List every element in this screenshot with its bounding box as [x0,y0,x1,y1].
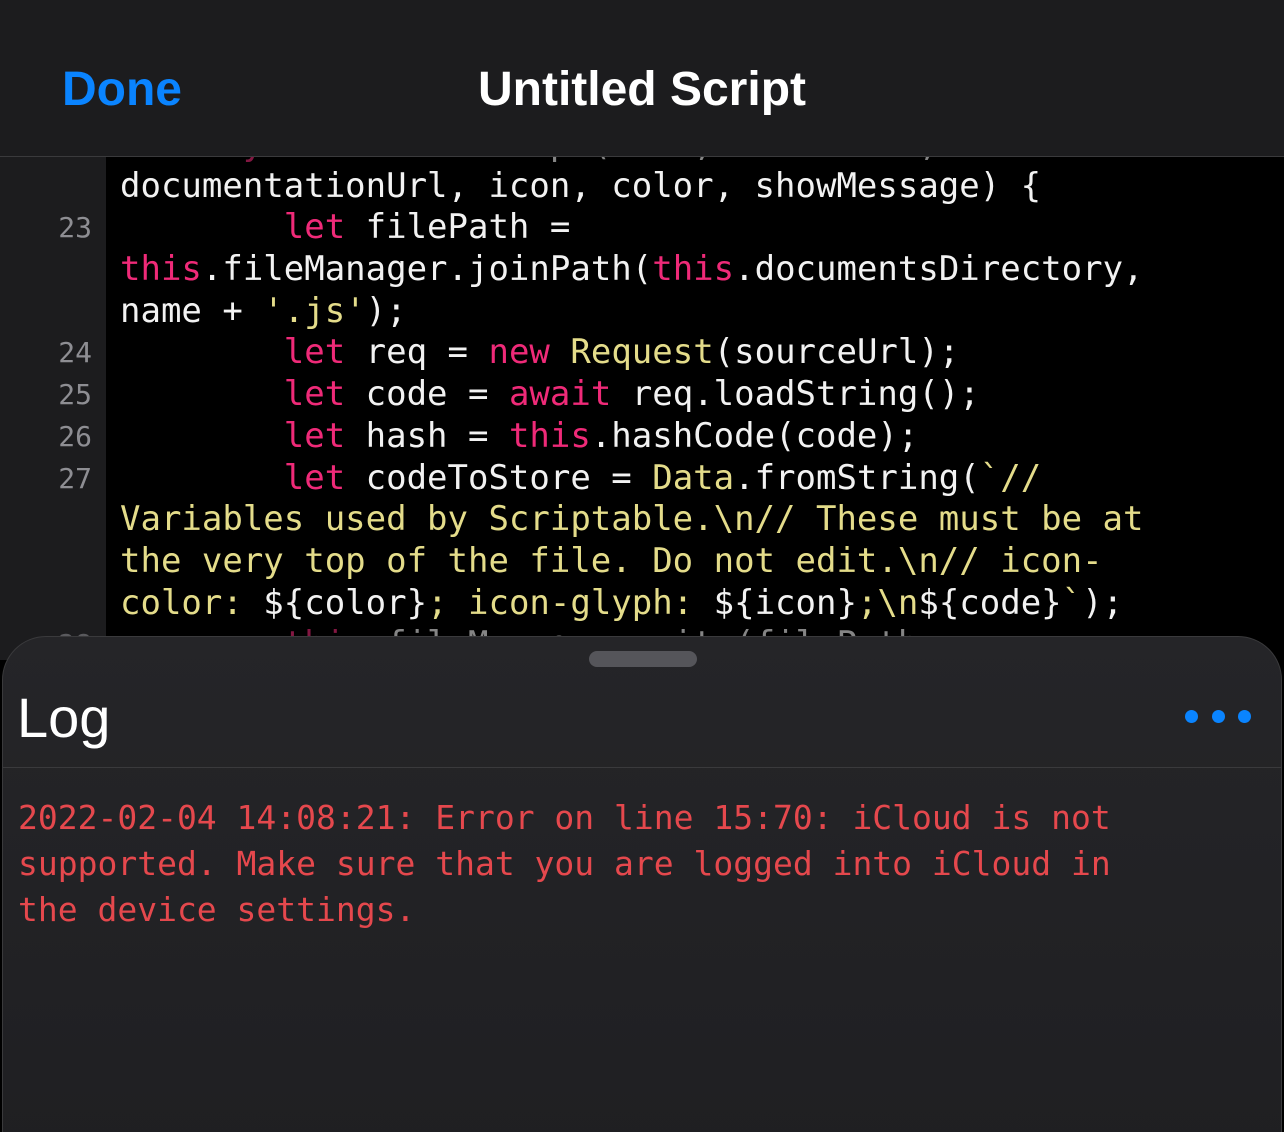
code-token: ; icon-glyph: [427,582,714,623]
code-token: ${icon} [713,582,857,623]
code-line[interactable]: 25 let code = await req.loadString(); [0,374,1284,416]
code-token: let [120,415,346,456]
code-token: .fromString( [734,457,980,498]
code-token: let [120,332,346,373]
code-line[interactable]: Variables used by Scriptable.\n// These … [0,499,1284,541]
log-error-message: 2022-02-04 14:08:21: Error on line 15:70… [18,798,1111,929]
code-token: the very top of the file. Do not edit.\n… [120,540,1103,581]
code-token: ); [1082,582,1124,623]
code-text[interactable]: the very top of the file. Do not edit.\n… [120,541,1103,583]
code-line[interactable]: 27 let codeToStore = Data.fromString(`// [0,458,1284,500]
code-text[interactable]: let filePath = [120,207,571,249]
code-token: (sourceUrl); [713,332,960,373]
code-token: Variables used by Scriptable.\n// These … [120,499,1144,540]
code-line[interactable]: 26 let hash = this.hashCode(code); [0,416,1284,458]
code-text[interactable]: name + '.js'); [120,291,407,333]
code-token: this [120,249,202,290]
code-token: color: [120,582,264,623]
code-text[interactable]: this.fileManager.joinPath(this.documents… [120,249,1144,291]
log-title: Log [17,686,111,749]
code-token: ${color} [263,582,428,623]
code-token: .hashCode(code); [590,415,919,456]
code-token: ); [365,290,407,331]
line-number: 23 [58,211,92,245]
code-token: this [508,415,591,456]
code-line[interactable]: documentationUrl, icon, color, showMessa… [0,166,1284,208]
code-token: name + [120,290,264,331]
code-token: `// [979,457,1042,498]
line-number: 27 [58,461,92,495]
code-token: Data [652,457,735,498]
code-text[interactable]: let codeToStore = Data.fromString(`// [120,458,1041,500]
more-options-icon[interactable] [1185,707,1251,725]
code-token: req = [345,332,489,373]
code-line[interactable]: the very top of the file. Do not edit.\n… [0,541,1284,583]
code-lines[interactable]: async installScript(name, sourceUrl,docu… [0,124,1284,660]
code-token: .fileManager.joinPath( [201,249,653,290]
code-line[interactable]: 24 let req = new Request(sourceUrl); [0,332,1284,374]
code-text[interactable]: let req = new Request(sourceUrl); [120,332,960,374]
log-panel: Log 2022-02-04 14:08:21: Error on line 1… [2,636,1282,1132]
code-token: req.loadString(); [611,374,980,415]
code-line[interactable]: 23 let filePath = [0,207,1284,249]
code-token: codeToStore = [345,457,653,498]
code-token: hash = [345,415,509,456]
navigation-bar: Done Untitled Script [0,0,1284,157]
code-token: filePath = [345,207,571,248]
code-token: '.js' [263,290,366,331]
sheet-grabber-handle[interactable] [589,651,697,667]
code-text[interactable]: Variables used by Scriptable.\n// These … [120,499,1144,541]
code-token: this [652,249,735,290]
line-number: 25 [58,378,92,412]
code-token: documentationUrl, icon, color, showMessa… [120,165,1042,206]
code-token: let [120,207,346,248]
dot-icon [1185,709,1198,723]
code-text[interactable]: color: ${color}; icon-glyph: ${icon};\n$… [120,583,1123,625]
line-number: 26 [58,419,92,453]
code-token: ${code} [918,582,1062,623]
dot-icon [1238,709,1251,723]
code-text[interactable]: let hash = this.hashCode(code); [120,415,919,458]
dot-icon [1211,709,1225,723]
code-token: new [488,332,550,373]
code-token: let [120,457,346,498]
code-line[interactable]: name + '.js'); [0,291,1284,333]
code-token: ;\n [856,582,919,623]
code-token: ` [1061,582,1083,623]
code-line[interactable]: this.fileManager.joinPath(this.documents… [0,249,1284,291]
log-divider [3,767,1281,768]
code-token: let [120,374,346,415]
code-token: Request [570,332,714,373]
code-token: await [508,374,612,415]
line-number: 24 [58,336,92,370]
page-title: Untitled Script [477,63,806,116]
code-token: .documentsDirectory, [734,249,1144,290]
code-text[interactable]: let code = await req.loadString(); [120,374,980,416]
code-text[interactable]: documentationUrl, icon, color, showMessa… [120,166,1041,208]
code-token: code = [345,374,509,415]
code-line[interactable]: color: ${color}; icon-glyph: ${icon};\n$… [0,583,1284,625]
